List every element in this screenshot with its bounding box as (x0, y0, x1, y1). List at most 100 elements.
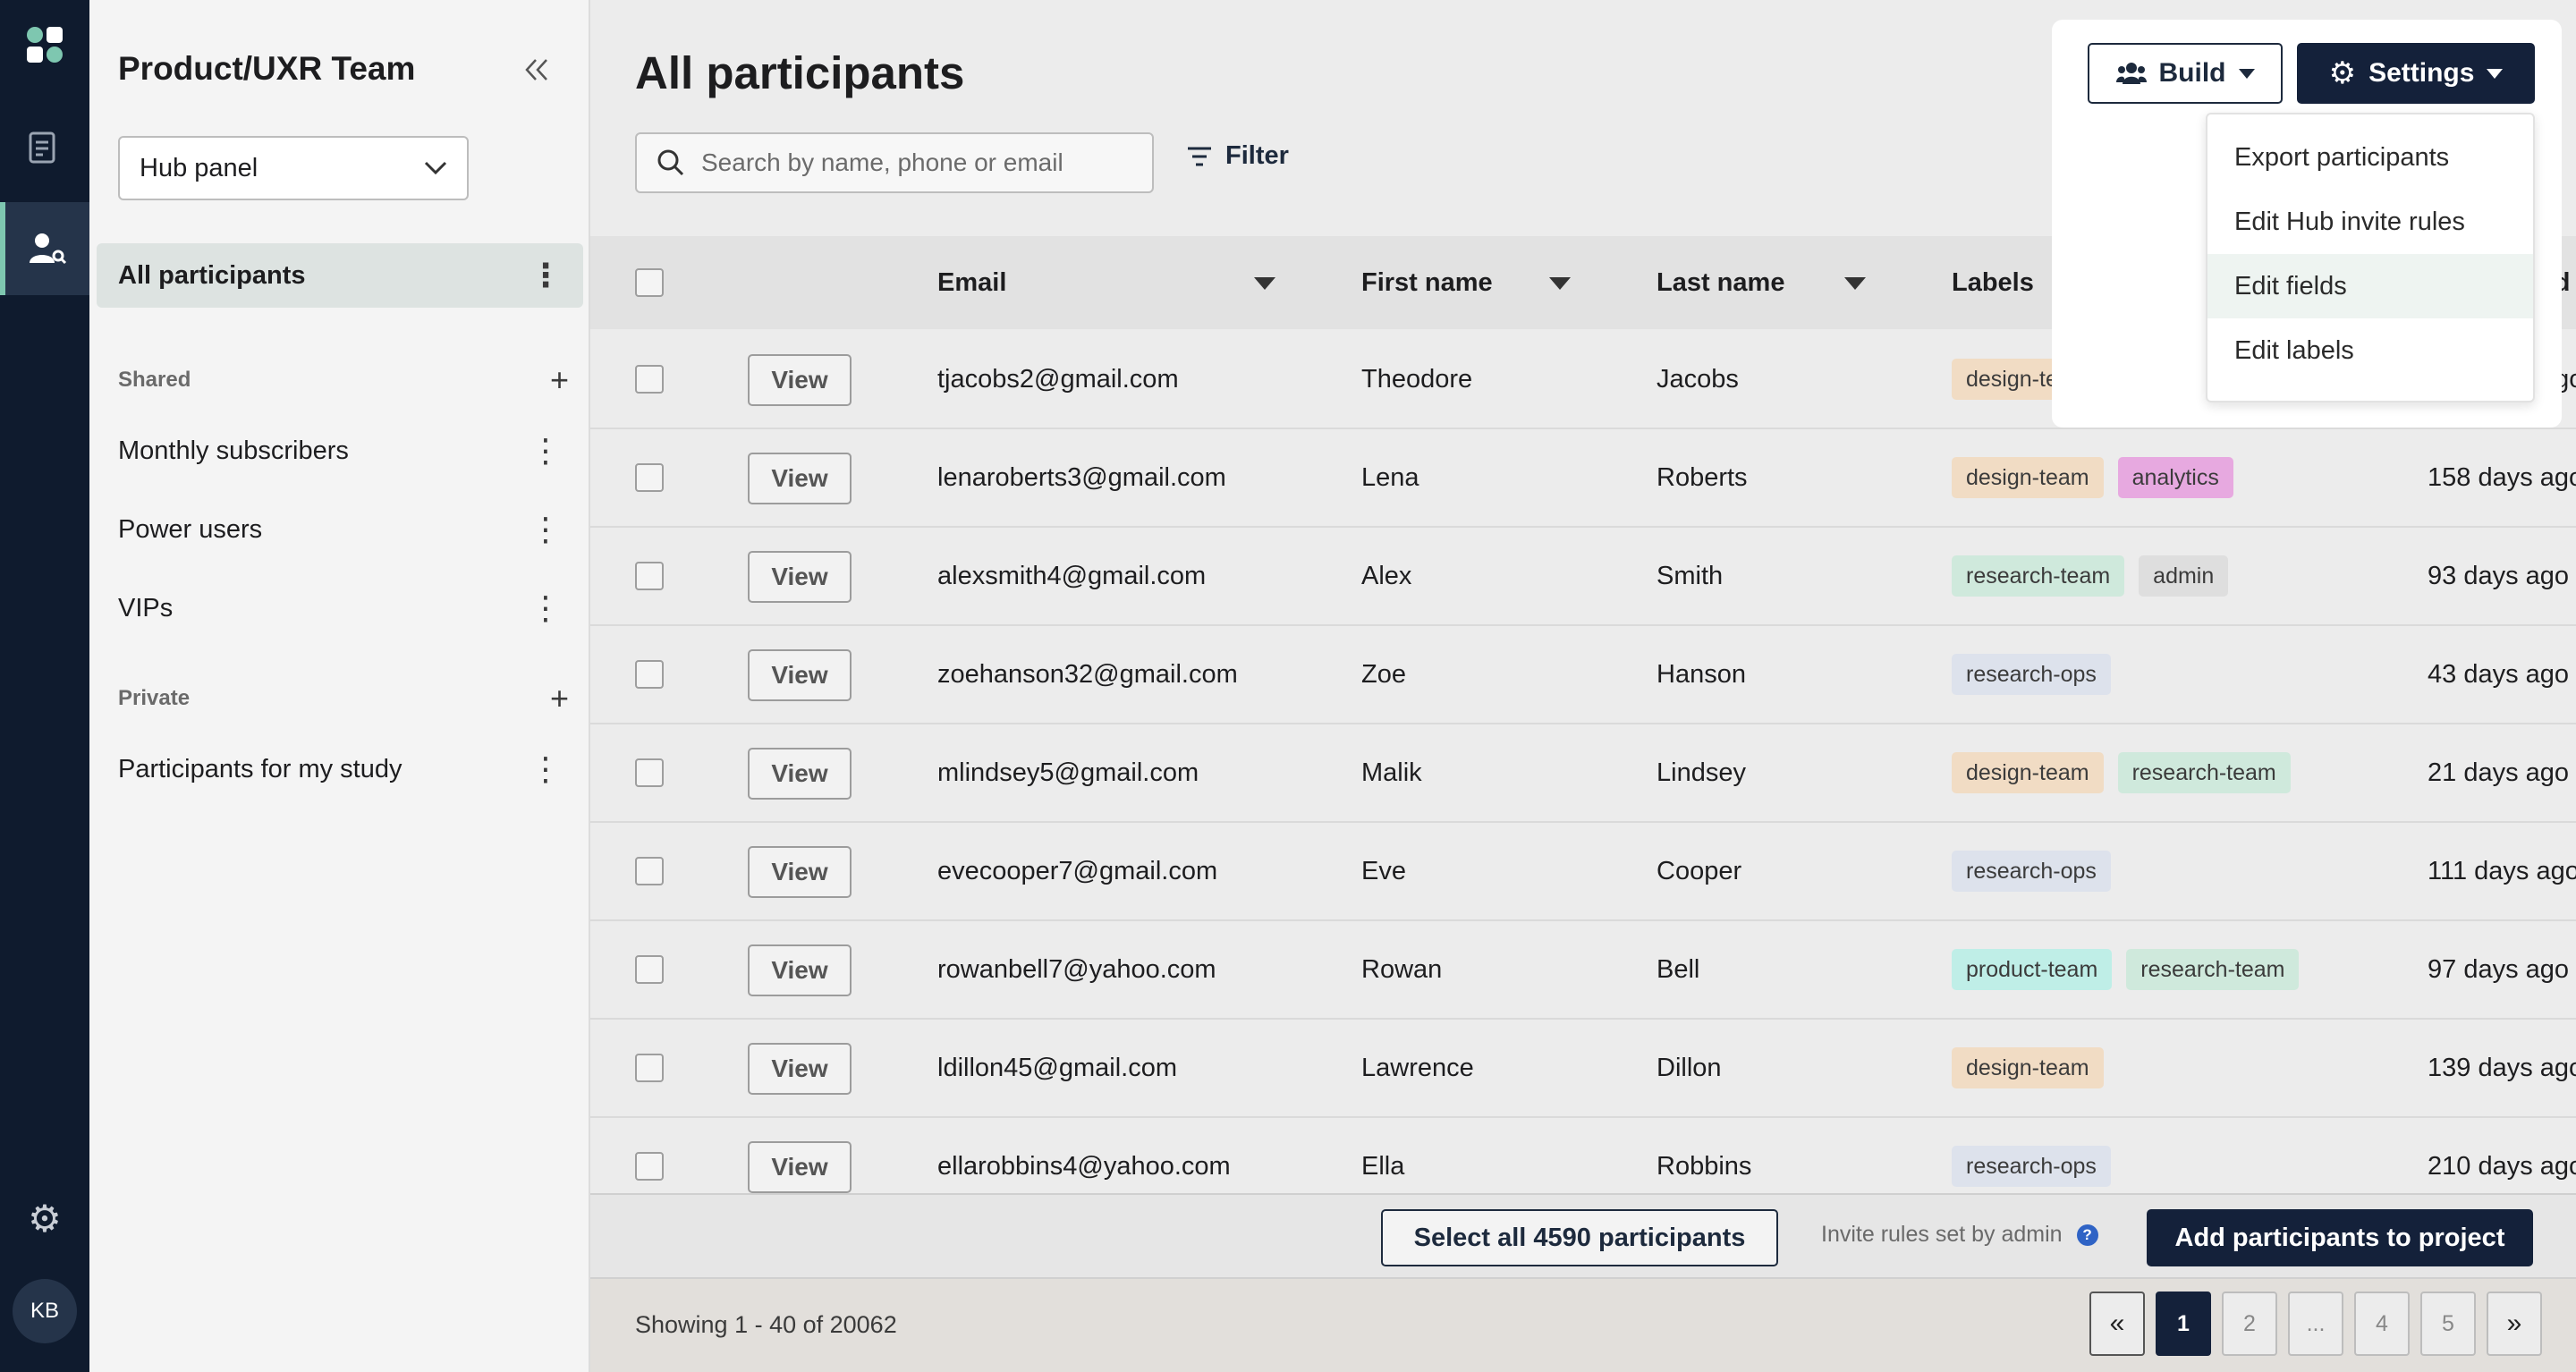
sidebar-item-power-users[interactable]: Power users ⋮ (89, 497, 583, 562)
sidebar-item-participants-for-my-study[interactable]: Participants for my study ⋮ (89, 737, 583, 801)
table-row[interactable]: View mlindsey5@gmail.com Malik Lindsey desig… (590, 724, 2576, 823)
more-options-icon[interactable]: ⋮ (530, 753, 562, 785)
label-tag: design-team (1952, 752, 2104, 793)
double-chevron-left-icon (525, 59, 547, 80)
sidebar: Product/UXR Team Hub panel All participa… (89, 0, 590, 1372)
cell-last-name: Robbins (1657, 1151, 1752, 1181)
panel-select[interactable]: Hub panel (118, 136, 469, 200)
menu-item-edit-fields[interactable]: Edit fields (2207, 254, 2533, 318)
page-button[interactable]: 2 (2222, 1292, 2277, 1356)
view-button[interactable]: View (748, 551, 852, 603)
view-button[interactable]: View (748, 649, 852, 701)
page-button[interactable]: 1 (2156, 1292, 2211, 1356)
row-checkbox[interactable] (635, 365, 664, 394)
label-tag: design-team (1952, 1047, 2104, 1088)
cell-date: 43 days ago (2428, 659, 2570, 689)
double-chevron-right-icon: » (2506, 1308, 2522, 1338)
icon-rail: ⚙ KB (0, 0, 89, 1372)
row-checkbox[interactable] (635, 1152, 664, 1181)
invite-rules-label: Invite rules set by admin (1821, 1222, 2063, 1247)
add-private-list-icon[interactable]: + (550, 680, 569, 717)
more-options-icon[interactable]: ⋮ (530, 592, 562, 624)
view-button[interactable]: View (748, 1043, 852, 1095)
row-checkbox[interactable] (635, 1054, 664, 1082)
select-all-participants-button[interactable]: Select all 4590 participants (1381, 1209, 1778, 1266)
cell-labels: research-team admin (1952, 528, 2242, 624)
view-button[interactable]: View (748, 944, 852, 996)
sidebar-item-label: Monthly subscribers (118, 436, 349, 465)
cell-labels: design-team (1952, 1020, 2118, 1116)
page-button[interactable]: 4 (2354, 1292, 2410, 1356)
row-checkbox[interactable] (635, 955, 664, 984)
help-icon[interactable]: ? (2076, 1224, 2098, 1246)
cell-email: ldillon45@gmail.com (937, 1053, 1177, 1082)
menu-item-export-participants[interactable]: Export participants (2207, 125, 2533, 190)
collapse-sidebar-button[interactable] (515, 48, 558, 91)
view-button[interactable]: View (748, 846, 852, 898)
table-row[interactable]: View zoehanson32@gmail.com Zoe Hanson resear… (590, 626, 2576, 724)
first-page-button[interactable]: « (2089, 1292, 2145, 1356)
cell-last-name: Roberts (1657, 462, 1748, 492)
main-content: All participants Search by name, phone o… (590, 0, 2576, 1372)
more-options-icon[interactable]: ⋮ (530, 435, 562, 467)
result-count: Showing 1 - 40 of 20062 (635, 1311, 897, 1338)
row-checkbox[interactable] (635, 758, 664, 787)
participants-nav-button[interactable] (0, 202, 89, 295)
shared-section-header: Shared + (118, 361, 569, 399)
cell-email: tjacobs2@gmail.com (937, 364, 1179, 394)
cell-date: 97 days ago (2428, 954, 2570, 984)
cell-first-name: Lena (1361, 462, 1419, 492)
add-shared-list-icon[interactable]: + (550, 361, 569, 399)
menu-item-edit-labels[interactable]: Edit labels (2207, 318, 2533, 383)
settings-dropdown-menu: Export participants Edit Hub invite rule… (2206, 113, 2535, 402)
sidebar-item-all-participants[interactable]: All participants ⋮ (97, 243, 583, 308)
sidebar-item-monthly-subscribers[interactable]: Monthly subscribers ⋮ (89, 419, 583, 483)
page-button[interactable]: 5 (2420, 1292, 2476, 1356)
label-tag: admin (2139, 555, 2229, 597)
table-row[interactable]: View evecooper7@gmail.com Eve Cooper researc… (590, 823, 2576, 921)
row-checkbox[interactable] (635, 857, 664, 885)
view-button[interactable]: View (748, 453, 852, 504)
sidebar-item-vips[interactable]: VIPs ⋮ (89, 576, 583, 640)
row-checkbox[interactable] (635, 463, 664, 492)
add-participants-to-project-button[interactable]: Add participants to project (2147, 1209, 2533, 1266)
view-button[interactable]: View (748, 354, 852, 406)
label-tag: research-team (2117, 752, 2291, 793)
cell-last-name: Jacobs (1657, 364, 1739, 394)
sidebar-item-label: Participants for my study (118, 754, 402, 783)
cell-last-name: Hanson (1657, 659, 1746, 689)
table-row[interactable]: View alexsmith4@gmail.com Alex Smith researc… (590, 528, 2576, 626)
view-button[interactable]: View (748, 748, 852, 800)
cell-labels: design-team research-team (1952, 724, 2305, 821)
user-search-icon (30, 233, 67, 265)
settings-label: Settings (2368, 58, 2475, 88)
label-tag: research-team (2126, 949, 2300, 990)
table-row[interactable]: View ldillon45@gmail.com Lawrence Dillon des… (590, 1020, 2576, 1118)
view-button[interactable]: View (748, 1141, 852, 1193)
more-options-icon[interactable]: ⋮ (530, 259, 562, 292)
more-options-icon[interactable]: ⋮ (530, 513, 562, 546)
gear-icon: ⚙ (28, 1197, 62, 1240)
cell-email: rowanbell7@yahoo.com (937, 954, 1216, 984)
settings-button[interactable]: ⚙ Settings (2297, 43, 2535, 104)
sidebar-item-label: VIPs (118, 593, 174, 622)
caret-down-icon (2487, 68, 2504, 79)
row-checkbox[interactable] (635, 562, 664, 590)
table-row[interactable]: View rowanbell7@yahoo.com Rowan Bell product… (590, 921, 2576, 1020)
table-row[interactable]: View ellarobbins4@yahoo.com Ella Robbins res… (590, 1118, 2576, 1193)
sidebar-item-label: All participants (118, 260, 306, 290)
last-page-button[interactable]: » (2487, 1292, 2542, 1356)
projects-nav-button[interactable] (0, 102, 89, 195)
row-checkbox[interactable] (635, 660, 664, 689)
label-tag: product-team (1952, 949, 2113, 990)
label-tag: research-ops (1952, 851, 2111, 892)
cell-email: mlindsey5@gmail.com (937, 758, 1199, 787)
table-row[interactable]: View lenaroberts3@gmail.com Lena Roberts des… (590, 429, 2576, 528)
settings-nav-button[interactable]: ⚙ (0, 1172, 89, 1265)
avatar[interactable]: KB (13, 1279, 77, 1343)
cell-date: 21 days ago (2428, 758, 2570, 787)
app-logo-icon[interactable] (25, 25, 66, 66)
menu-item-edit-hub-invite-rules[interactable]: Edit Hub invite rules (2207, 190, 2533, 254)
build-button[interactable]: Build (2088, 43, 2283, 104)
shared-section-label: Shared (118, 368, 191, 392)
